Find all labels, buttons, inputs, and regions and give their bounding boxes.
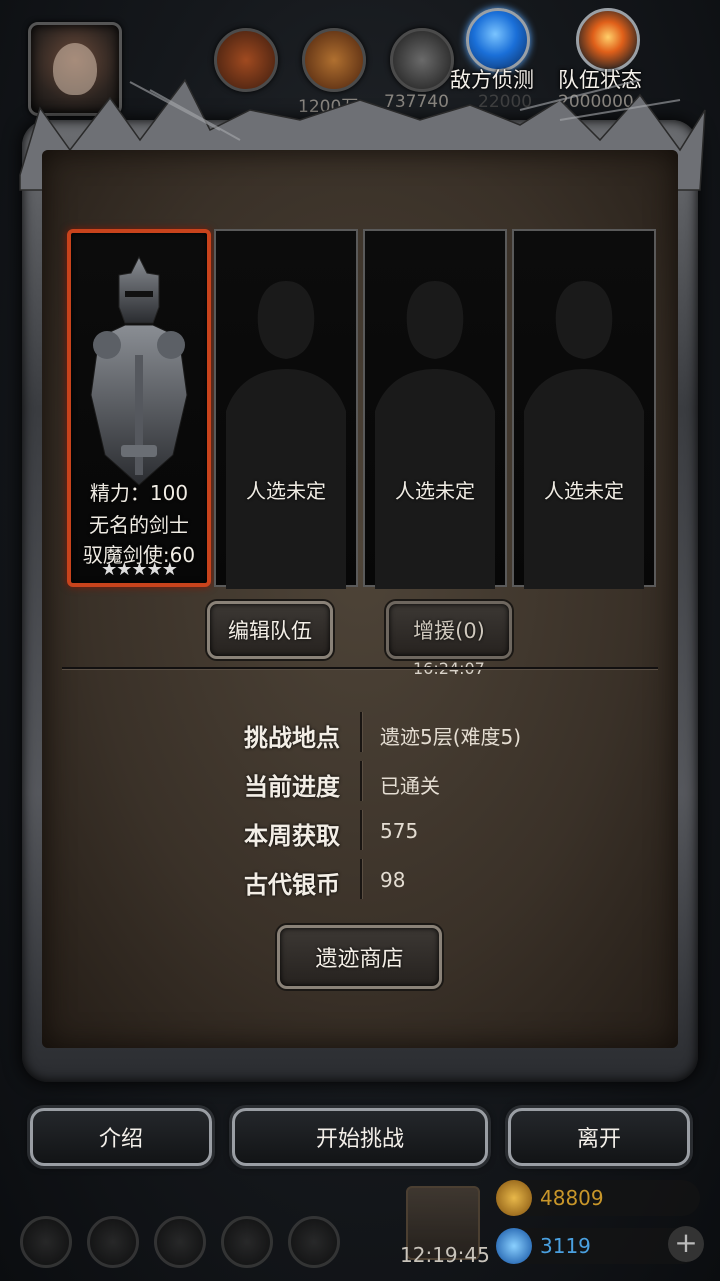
edit-team-button[interactable]: 编辑队伍 (207, 601, 333, 659)
enemy-scout-label[interactable]: 敌方侦测 (450, 64, 534, 94)
reinforce-button[interactable]: 增援(0) (386, 601, 512, 659)
battle-icon[interactable] (288, 1216, 340, 1268)
gem-icon (496, 1228, 532, 1264)
info-separator (360, 761, 362, 801)
intro-button[interactable]: 介绍 (30, 1108, 212, 1166)
info-row-silver: 古代银币 98 (200, 859, 600, 899)
slot-empty-label: 人选未定 (544, 479, 624, 503)
star-icon[interactable] (87, 1216, 139, 1268)
add-currency-button[interactable]: + (668, 1226, 704, 1262)
team-slot-2[interactable]: 人选未定 (214, 229, 358, 589)
stone-icon[interactable] (390, 28, 454, 92)
gem-value: 3119 (540, 1234, 591, 1258)
info-label: 古代银币 (244, 871, 340, 899)
slot-energy: 精力：100 (89, 481, 189, 505)
star-rating: ★★★★★ (101, 559, 178, 580)
info-value: 遗迹5层(难度5) (380, 725, 522, 749)
info-value: 575 (380, 819, 419, 843)
empty-silhouette-icon (524, 281, 644, 589)
guild-icon[interactable] (154, 1216, 206, 1268)
slot-name: 无名的剑士 (89, 513, 189, 537)
top-bar: 1200万 737740 22000 2000000 敌方侦测 队伍状态 (0, 0, 720, 120)
start-challenge-button[interactable]: 开始挑战 (232, 1108, 488, 1166)
wood-value: 1200万 (298, 97, 359, 117)
empty-silhouette-icon (226, 281, 346, 589)
hidden-value: 22000 (478, 92, 533, 112)
settings-icon[interactable] (20, 1216, 72, 1268)
empty-silhouette-icon (375, 281, 495, 589)
slot-empty-label: 人选未定 (246, 479, 326, 503)
info-row-progress: 当前进度 已通关 (200, 761, 600, 801)
wood-icon[interactable] (302, 28, 366, 92)
knight-portrait (90, 255, 188, 486)
info-separator (360, 810, 362, 850)
gold-bar: 48809 (496, 1180, 700, 1216)
gold-value: 48809 (540, 1186, 604, 1210)
team-slot-3[interactable]: 人选未定 (363, 229, 507, 589)
gold-icon (496, 1180, 532, 1216)
slot-empty-label: 人选未定 (395, 479, 475, 503)
team-slot-1[interactable]: 精力：100 无名的剑士 驭魔剑使:60 ★★★★★ (67, 229, 211, 587)
info-label: 本周获取 (244, 822, 340, 850)
mail-icon[interactable] (221, 1216, 273, 1268)
team-status-label[interactable]: 队伍状态 (558, 64, 642, 94)
info-label: 挑战地点 (244, 724, 340, 752)
info-value: 98 (380, 868, 406, 892)
team-slot-4[interactable]: 人选未定 (512, 229, 656, 589)
info-separator (360, 712, 362, 752)
ruins-shop-button[interactable]: 遗迹商店 (277, 925, 442, 989)
info-row-location: 挑战地点 遗迹5层(难度5) (200, 712, 600, 752)
leave-button[interactable]: 离开 (508, 1108, 690, 1166)
info-value: 已通关 (380, 774, 440, 798)
info-label: 当前进度 (244, 773, 340, 801)
clock: 12:19:45 (400, 1243, 490, 1267)
player-avatar[interactable] (28, 22, 122, 116)
divider (62, 667, 658, 669)
hidden-value: 2000000 (558, 92, 634, 112)
info-row-weekly: 本周获取 575 (200, 810, 600, 850)
team-status-icon[interactable] (576, 8, 640, 72)
info-separator (360, 859, 362, 899)
avatar-face (53, 43, 97, 95)
stone-value: 737740 (384, 92, 449, 112)
enemy-scout-icon[interactable] (466, 8, 530, 72)
ore-icon[interactable] (214, 28, 278, 92)
